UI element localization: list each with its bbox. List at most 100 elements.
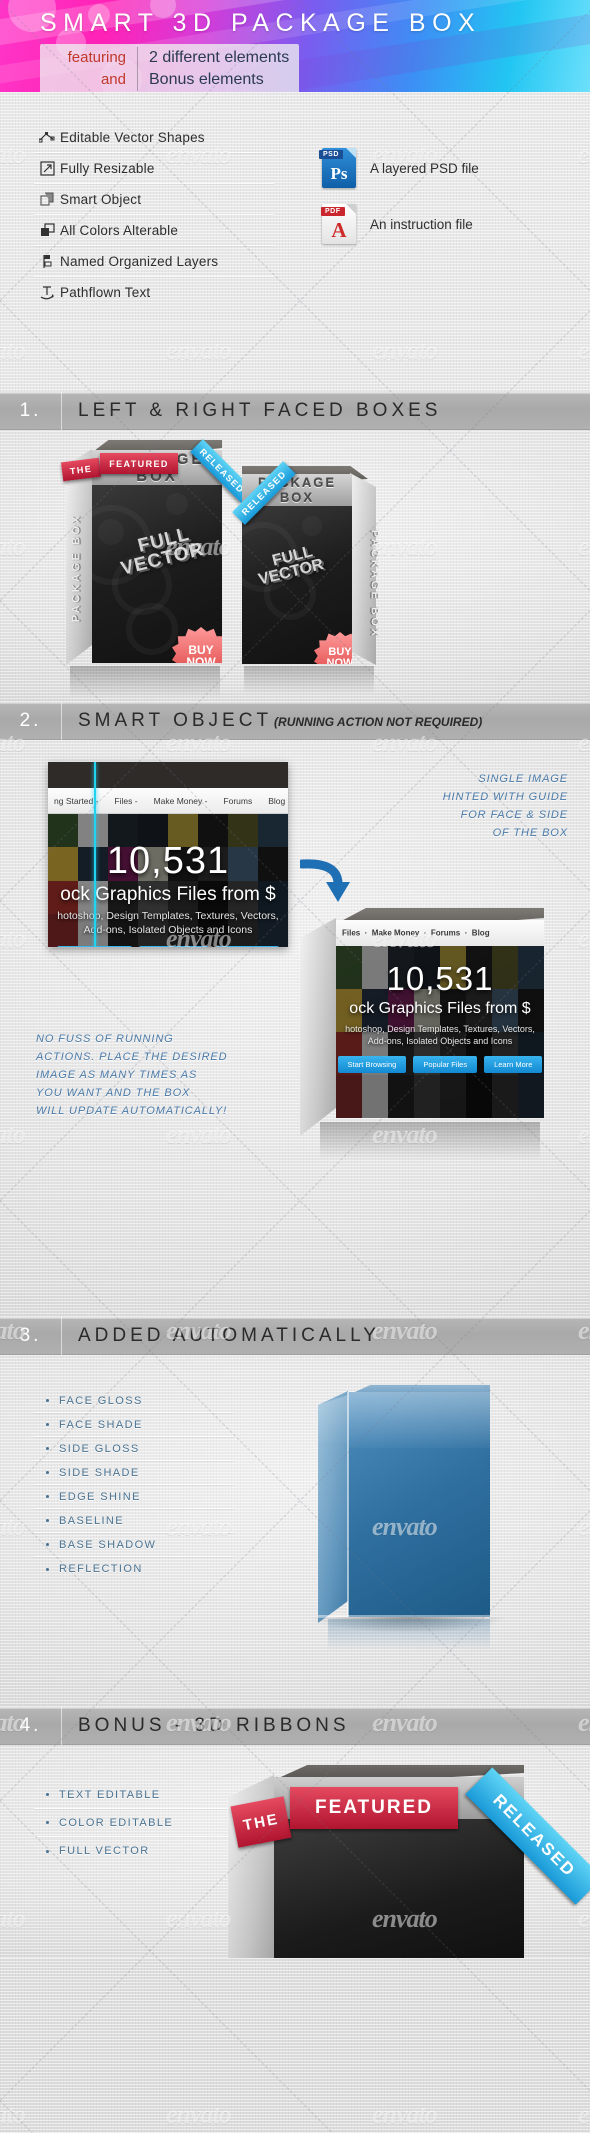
preview-page: SMART 3D PACKAGE BOX featuring and 2 dif… — [0, 0, 590, 2133]
section-title: SMART OBJECT (RUNNING ACTION NOT REQUIRED… — [62, 710, 482, 732]
nav-item[interactable]: ng Started - — [54, 796, 98, 806]
nav-item[interactable]: Blog — [268, 796, 285, 806]
source-screenshot: ng Started - Files - Make Money - Forums… — [48, 762, 288, 947]
feature-list: Editable Vector Shapes Fully Resizable S… — [34, 122, 274, 308]
ribbon-the-text: THE — [241, 1810, 281, 1834]
section-number: 2. — [0, 702, 62, 740]
list-item-label: FACE SHADE — [59, 1418, 143, 1431]
section-body-3: FACE GLOSS FACE SHADE SIDE GLOSS SIDE SH… — [0, 1355, 590, 1707]
pdf-tag: PDF — [321, 207, 345, 216]
feature-item-resizable: Fully Resizable — [34, 153, 274, 184]
result-subline: ock Graphics Files from $ — [349, 1000, 531, 1017]
banner-subtitle: featuring and 2 different elements Bonus… — [40, 44, 300, 92]
feature-label: Fully Resizable — [60, 160, 155, 176]
box-reflection — [70, 666, 220, 698]
list-item-label: BASELINE — [59, 1514, 125, 1527]
start-browsing-button[interactable]: Start Browsing — [337, 1056, 407, 1073]
ribbon-featured: FEATURED — [290, 1787, 458, 1829]
list-item-label: SIDE SHADE — [59, 1466, 140, 1479]
ribbon-featured-text: FEATURED — [109, 458, 169, 469]
file-label: An instruction file — [370, 216, 473, 232]
box-face: 10,531 ock Graphics Files from $ hotosho… — [336, 946, 544, 1118]
popular-files-button[interactable]: Popular Files — [139, 946, 209, 947]
banner-line-2: Bonus elements — [149, 71, 264, 88]
bullet-icon — [46, 1399, 49, 1402]
blue-box-reflection — [328, 1619, 490, 1651]
screenshot-hero: 10,531 ock Graphics Files from $ hotosho… — [48, 814, 288, 947]
guide-line — [94, 762, 96, 947]
featuring-label: featuring — [67, 49, 126, 66]
bonus-ribbons-box: THE FEATURED RELEASED — [228, 1759, 590, 1958]
feature-item-smart-object: Smart Object — [34, 184, 274, 215]
list-item-label: COLOR EDITABLE — [59, 1816, 174, 1829]
decorative-circle — [98, 519, 124, 545]
guide-line — [0, 2100, 590, 2133]
result-headline: 10,531 — [386, 960, 494, 997]
decorative-circle — [302, 516, 322, 536]
list-item: FACE SHADE — [34, 1413, 234, 1437]
auto-feature-list: FACE GLOSS FACE SHADE SIDE GLOSS SIDE SH… — [34, 1389, 234, 1581]
feature-label: All Colors Alterable — [60, 222, 179, 238]
smart-object-icon — [34, 188, 60, 210]
list-item-label: BASE SHADOW — [59, 1538, 157, 1551]
layers-icon — [34, 250, 60, 272]
watermark: envato — [0, 2100, 26, 2129]
list-item-label: FACE GLOSS — [59, 1394, 143, 1407]
curved-arrow-icon — [297, 858, 354, 904]
feature-label: Named Organized Layers — [60, 253, 219, 269]
buy-now-badge: BUY NOW — [172, 627, 222, 663]
bullet-icon — [46, 1471, 49, 1474]
smart-object-result-box: Files · Make Money · Forums · Blog 10,53… — [300, 908, 550, 1160]
bullet-icon — [46, 1495, 49, 1498]
list-item: BASE SHADOW — [34, 1533, 234, 1557]
learn-more-button[interactable]: Learn More — [215, 946, 280, 947]
nav-item[interactable]: Files - — [114, 796, 137, 806]
list-item: REFLECTION — [34, 1557, 234, 1581]
psd-file-icon: PSD — [319, 148, 356, 188]
watermark: envato — [578, 2100, 590, 2129]
section-number: 3. — [0, 1317, 62, 1355]
and-label: and — [100, 71, 126, 88]
section-body-2: ng Started - Files - Make Money - Forums… — [0, 740, 590, 1317]
list-item: FULL VECTOR — [34, 1837, 234, 1865]
pdf-file-icon: PDF A — [321, 204, 356, 244]
section-body-4: TEXT EDITABLE COLOR EDITABLE FULL VECTOR… — [0, 1745, 590, 1958]
decorative-circle — [126, 603, 178, 655]
section-note: (RUNNING ACTION NOT REQUIRED) — [274, 715, 483, 729]
package-box-left: PACKAGE BOX FULL VECTOR BUY NOW — [60, 439, 254, 665]
section-number: 4. — [0, 1707, 62, 1745]
psd-tag: PSD — [319, 150, 343, 159]
header-banner: SMART 3D PACKAGE BOX featuring and 2 dif… — [0, 0, 590, 92]
list-item: FACE GLOSS — [34, 1389, 234, 1413]
feature-item-colors: All Colors Alterable — [34, 215, 274, 246]
bullet-icon — [46, 1567, 49, 1571]
burst-line-2: NOW — [326, 657, 352, 665]
section-title: BONUS - 3D RIBBONS — [78, 1715, 350, 1736]
bullet-icon — [46, 1793, 49, 1796]
side-gloss — [318, 1395, 348, 1443]
bullet-icon — [46, 1821, 49, 1824]
screenshot-headline: 10,531 — [106, 840, 230, 882]
ribbon-featured: FEATURED — [100, 453, 178, 474]
bullet-icon — [46, 1519, 49, 1522]
section-header-1: 1. LEFT & RIGHT FACED BOXES — [0, 392, 590, 430]
list-item: SIDE SHADE — [34, 1461, 234, 1485]
ribbon-featured-text: FEATURED — [314, 1797, 434, 1818]
section-title: ADDED AUTOMATICALLY — [78, 1325, 380, 1346]
file-item-psd: PSD A layered PSD file — [319, 140, 562, 196]
list-item: COLOR EDITABLE — [34, 1809, 234, 1837]
nav-item[interactable]: Make Money - — [154, 796, 208, 806]
learn-more-button[interactable]: Learn More — [484, 1056, 543, 1073]
result-desc-1: hotoshop, Design Templates, Textures, Ve… — [345, 1024, 535, 1034]
watermark: envato — [372, 2100, 438, 2129]
file-item-pdf: PDF A An instruction file — [321, 196, 562, 252]
list-item: EDGE SHINE — [34, 1485, 234, 1509]
list-item-label: FULL VECTOR — [59, 1845, 150, 1857]
list-item-label: SIDE GLOSS — [59, 1442, 140, 1455]
box-face: FULL VECTOR BUY NOW — [242, 506, 352, 664]
ribbon-feature-list: TEXT EDITABLE COLOR EDITABLE FULL VECTOR — [34, 1781, 234, 1865]
bullet-icon — [46, 1543, 49, 1546]
popular-files-button[interactable]: Popular Files — [413, 1056, 478, 1073]
nav-item[interactable]: Forums — [223, 796, 252, 806]
note-no-fuss: NO FUSS OF RUNNING ACTIONS. PLACE THE DES… — [36, 1033, 228, 1117]
